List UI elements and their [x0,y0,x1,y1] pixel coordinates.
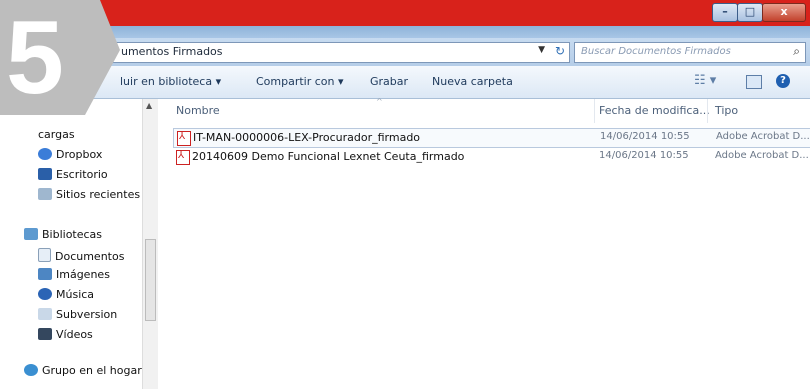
sort-arrow-icon: ^ [376,97,383,106]
nav-item-pictures[interactable]: Imágenes [38,268,110,286]
pdf-file-icon [176,150,190,165]
column-header-name[interactable]: Nombre [176,104,220,117]
libraries-icon [24,228,38,240]
include-in-library-button[interactable]: luir en biblioteca ▾ [120,75,221,88]
new-folder-button[interactable]: Nueva carpeta [432,75,513,88]
pictures-icon [38,268,52,280]
column-header-type[interactable]: Tipo [715,104,738,117]
nav-item-subversion[interactable]: Subversion [38,308,117,326]
file-name: IT-MAN-0000006-LEX-Procurador_firmado [193,131,421,144]
nav-item-homegroup[interactable]: Grupo en el hogar [24,364,142,382]
column-divider[interactable] [707,99,708,123]
search-placeholder: Buscar Documentos Firmados [581,46,731,57]
nav-item-documents[interactable]: Documentos [38,248,124,266]
homegroup-icon [24,364,38,376]
desktop-icon [38,168,52,180]
dropbox-icon [38,148,52,160]
burn-button[interactable]: Grabar [370,75,408,88]
top-banner [0,0,810,26]
file-name: 20140609 Demo Funcional Lexnet Ceuta_fir… [192,150,465,163]
address-row: umentos Firmados ▼ ↻ Buscar Documentos F… [0,38,810,66]
file-date: 14/06/2014 10:55 [600,131,690,142]
videos-icon [38,328,52,340]
navigation-pane: cargas Dropbox Escritorio Sitios recient… [0,99,142,389]
command-toolbar: luir en biblioteca ▾ Compartir con ▾ Gra… [0,66,810,99]
recent-places-icon [38,188,52,200]
scroll-thumb[interactable] [145,239,156,321]
refresh-icon[interactable]: ↻ [555,44,565,58]
minimize-icon: – [722,5,728,18]
window-titlebar [0,26,810,38]
nav-item-music[interactable]: Música [38,288,94,306]
maximize-button[interactable]: □ [737,3,763,22]
close-icon: x [780,5,788,18]
file-date: 14/06/2014 10:55 [599,150,689,161]
documents-icon [38,248,51,262]
subversion-icon [38,308,52,320]
close-button[interactable]: x [762,3,806,22]
file-type: Adobe Acrobat D... [716,131,810,142]
minimize-button[interactable]: – [712,3,738,22]
maximize-icon: □ [744,5,756,18]
nav-item-recent-places[interactable]: Sitios recientes [38,188,140,206]
nav-item-libraries[interactable]: Bibliotecas [24,228,102,246]
address-bar[interactable]: umentos Firmados ▼ ↻ [80,42,570,63]
file-row[interactable]: IT-MAN-0000006-LEX-Procurador_firmado 14… [173,128,810,148]
nav-item-dropbox[interactable]: Dropbox [38,148,102,166]
file-row[interactable]: 20140609 Demo Funcional Lexnet Ceuta_fir… [173,148,810,166]
help-button[interactable]: ? [776,74,790,88]
nav-item-desktop[interactable]: Escritorio [38,168,108,186]
address-path: umentos Firmados [121,45,223,58]
nav-item-downloads[interactable]: cargas [38,128,75,146]
column-header-date[interactable]: Fecha de modifica... [599,104,710,117]
preview-pane-button[interactable] [746,75,762,89]
nav-item-videos[interactable]: Vídeos [38,328,93,346]
music-icon [38,288,52,300]
view-options-icon[interactable]: ☷ ▾ [694,73,716,88]
chevron-down-icon[interactable]: ▼ [538,45,545,55]
scroll-up-icon[interactable]: ▲ [146,101,152,110]
search-input[interactable]: Buscar Documentos Firmados ⌕ [574,42,806,63]
nav-scrollbar[interactable]: ▲ [142,99,159,389]
file-type: Adobe Acrobat D... [715,150,809,161]
share-with-button[interactable]: Compartir con ▾ [256,75,344,88]
step-number: 5 [6,0,64,116]
file-list: ^ Nombre Fecha de modifica... Tipo IT-MA… [158,97,810,389]
column-divider[interactable] [594,99,595,123]
search-icon[interactable]: ⌕ [793,44,800,59]
pdf-file-icon [177,131,191,146]
